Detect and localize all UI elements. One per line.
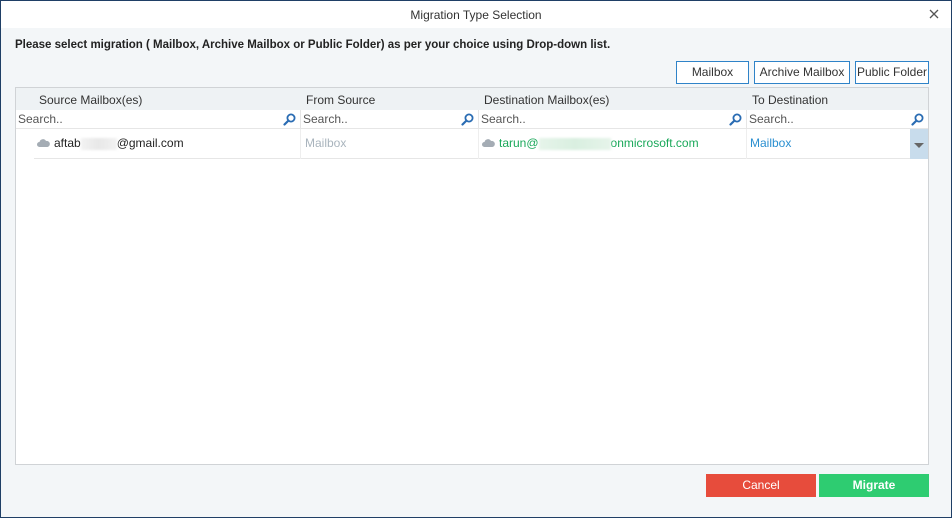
search-icon[interactable]: [283, 113, 296, 126]
from-source-search-cell: [301, 110, 479, 129]
cancel-button[interactable]: Cancel: [706, 474, 816, 497]
grid-header-row: Source Mailbox(es) From Source Destinati…: [16, 88, 928, 110]
table-row[interactable]: aftab @gmail.com Mailbox tarun@ onmicrosof…: [34, 129, 928, 159]
search-icon[interactable]: [461, 113, 474, 126]
redacted-text: [538, 137, 611, 150]
column-header-destination[interactable]: Destination Mailbox(es): [484, 93, 609, 107]
archive-mailbox-button[interactable]: Archive Mailbox: [754, 61, 850, 84]
cloud-icon: [37, 139, 50, 147]
search-icon[interactable]: [911, 113, 924, 126]
to-destination-dropdown[interactable]: Mailbox: [747, 129, 928, 159]
column-header-from-source[interactable]: From Source: [306, 93, 375, 107]
migration-type-dialog: Migration Type Selection Please select m…: [0, 0, 952, 518]
close-icon: [929, 9, 939, 19]
source-email-suffix: @gmail.com: [116, 136, 184, 150]
column-header-to-destination[interactable]: To Destination: [752, 93, 828, 107]
destination-search-input[interactable]: [481, 111, 726, 127]
instruction-text: Please select migration ( Mailbox, Archi…: [15, 39, 611, 51]
destination-mailbox-cell: tarun@ onmicrosoft.com: [479, 129, 747, 159]
cloud-icon: [482, 139, 495, 147]
column-header-source[interactable]: Source Mailbox(es): [39, 93, 142, 107]
to-destination-value: Mailbox: [750, 136, 792, 150]
source-mailbox-cell: aftab @gmail.com: [34, 129, 301, 159]
grid-search-row: [16, 110, 928, 129]
from-source-search-input[interactable]: [303, 111, 458, 127]
mailbox-button[interactable]: Mailbox: [676, 61, 749, 84]
chevron-down-icon[interactable]: [910, 129, 928, 159]
public-folder-button[interactable]: Public Folder: [855, 61, 929, 84]
source-email-prefix: aftab: [54, 136, 81, 150]
destination-search-cell: [479, 110, 747, 129]
destination-email-prefix: tarun@: [499, 136, 539, 150]
source-search-cell: [16, 110, 301, 129]
destination-email-suffix: onmicrosoft.com: [610, 136, 699, 150]
to-destination-search-cell: [747, 110, 928, 129]
close-button[interactable]: [927, 7, 941, 21]
from-source-cell: Mailbox: [301, 129, 479, 159]
to-destination-search-input[interactable]: [749, 111, 908, 127]
migrate-button[interactable]: Migrate: [819, 474, 929, 497]
redacted-text: [80, 137, 117, 150]
mailbox-grid: Source Mailbox(es) From Source Destinati…: [15, 87, 929, 465]
source-search-input[interactable]: [18, 111, 280, 127]
title-bar: Migration Type Selection: [1, 1, 951, 28]
search-icon[interactable]: [729, 113, 742, 126]
dialog-title: Migration Type Selection: [410, 8, 542, 22]
